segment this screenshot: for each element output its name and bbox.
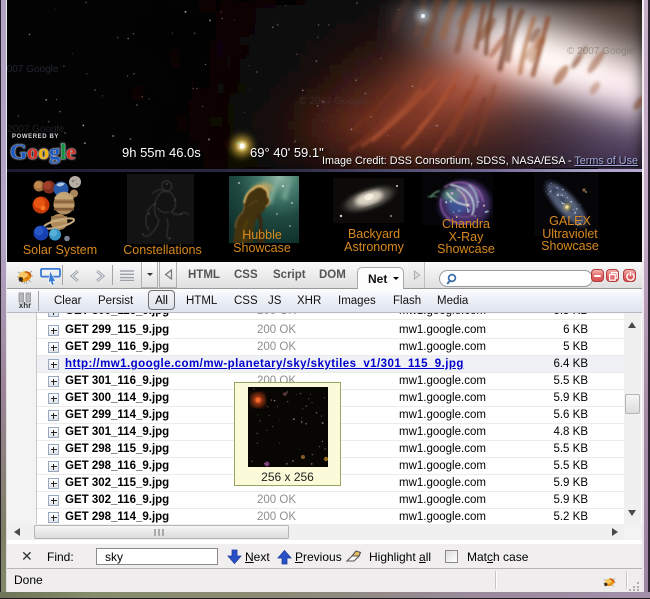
- svg-text:xhr: xhr: [19, 301, 31, 309]
